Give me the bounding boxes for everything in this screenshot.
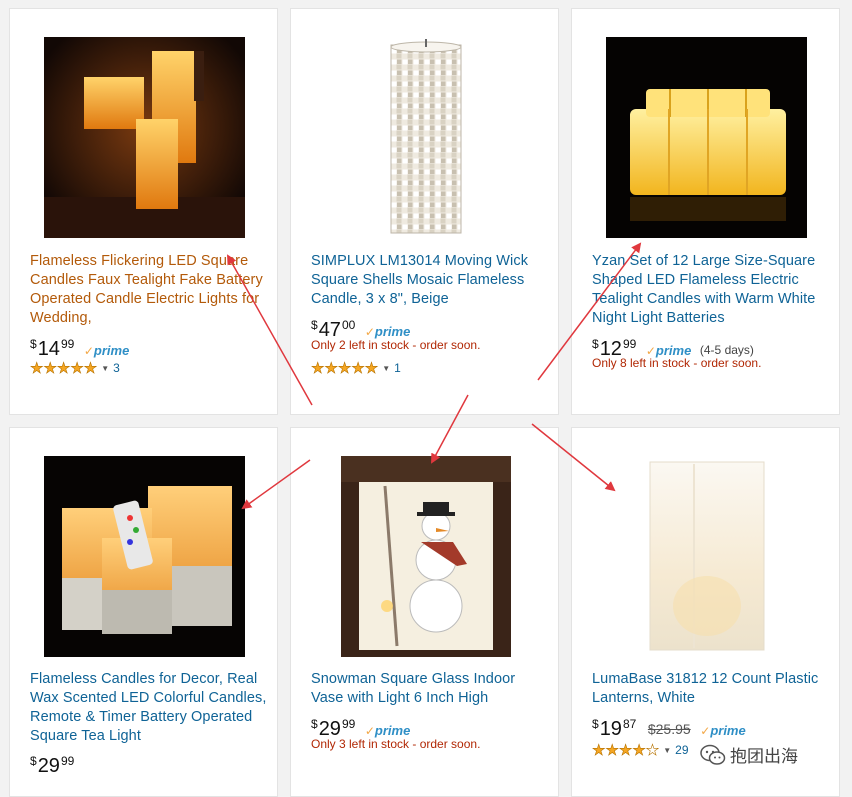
- product-title[interactable]: SIMPLUX LM13014 Moving Wick Square Shell…: [311, 252, 549, 309]
- price-currency: $: [311, 717, 318, 731]
- price-whole: 29: [37, 755, 60, 777]
- prime-badge: ✓prime: [700, 724, 745, 738]
- stars-filled: ★★★★: [592, 742, 646, 760]
- stock-notice: Only 2 left in stock - order soon.: [311, 338, 481, 352]
- product-card[interactable]: Flameless Flickering LED Square Candles …: [9, 8, 278, 415]
- rating[interactable]: ★★★★★ ▼ 29: [592, 741, 689, 760]
- check-icon: ✓: [83, 344, 94, 358]
- price-currency: $: [30, 337, 37, 351]
- product-card[interactable]: LumaBase 31812 12 Count Plastic Lanterns…: [571, 427, 840, 797]
- prime-label: prime: [374, 324, 411, 339]
- product-image[interactable]: [44, 37, 245, 238]
- product-price: $2999 ✓prime: [311, 713, 410, 740]
- product-card[interactable]: Flameless Candles for Decor, Real Wax Sc…: [9, 427, 278, 797]
- snowman-glass-vase-image: [341, 456, 511, 657]
- product-card[interactable]: SIMPLUX LM13014 Moving Wick Square Shell…: [290, 8, 559, 415]
- product-price: $4700 ✓prime: [311, 314, 410, 341]
- check-icon: ✓: [700, 724, 711, 738]
- prime-badge: ✓prime: [365, 724, 410, 738]
- stock-notice: Only 3 left in stock - order soon.: [311, 737, 481, 751]
- price-fraction: 99: [60, 754, 75, 768]
- product-card[interactable]: Snowman Square Glass Indoor Vase with Li…: [290, 427, 559, 797]
- candles-with-remote-image: [44, 456, 245, 657]
- review-count[interactable]: 29: [675, 743, 688, 757]
- check-icon: ✓: [364, 724, 375, 738]
- product-image[interactable]: [44, 456, 245, 657]
- price-whole: 14: [37, 338, 60, 360]
- product-title[interactable]: LumaBase 31812 12 Count Plastic Lanterns…: [592, 670, 824, 708]
- review-count[interactable]: 3: [113, 361, 120, 375]
- price-currency: $: [311, 318, 318, 332]
- prime-label: prime: [374, 723, 411, 738]
- product-title[interactable]: Snowman Square Glass Indoor Vase with Li…: [311, 670, 543, 708]
- price-fraction: 99: [60, 337, 75, 351]
- mosaic-pillar-candle-image: [325, 37, 526, 238]
- product-price: $2999: [30, 750, 74, 777]
- watermark: 抱团出海: [700, 744, 798, 770]
- star-rating: ★★★★★: [30, 360, 98, 378]
- star-rating: ★★★★★: [311, 360, 379, 378]
- product-price: $1987 $25.95 ✓prime: [592, 713, 746, 740]
- price-fraction: 99: [341, 717, 356, 731]
- price-fraction: 99: [622, 337, 637, 351]
- product-title[interactable]: Yzan Set of 12 Large Size-Square Shaped …: [592, 252, 832, 328]
- star-rating: ★★★★★: [592, 742, 660, 760]
- product-price: $1499 ✓prime: [30, 333, 129, 360]
- stock-notice: Only 8 left in stock - order soon.: [592, 356, 762, 370]
- prime-badge: ✓prime: [84, 344, 129, 358]
- price-currency: $: [30, 754, 37, 768]
- product-image[interactable]: [341, 456, 511, 657]
- prime-label: prime: [710, 723, 746, 738]
- product-image[interactable]: [606, 37, 807, 238]
- list-price: $25.95: [647, 721, 691, 737]
- price-currency: $: [592, 717, 599, 731]
- check-icon: ✓: [364, 325, 375, 339]
- price-fraction: 87: [622, 717, 637, 731]
- prime-badge: ✓prime: [365, 325, 410, 339]
- chevron-down-icon[interactable]: ▼: [101, 364, 109, 373]
- price-currency: $: [592, 337, 599, 351]
- rating[interactable]: ★★★★★ ▼ 1: [311, 359, 401, 378]
- rating[interactable]: ★★★★★ ▼ 3: [30, 359, 120, 378]
- tealight-grid-image: [606, 37, 807, 238]
- prime-label: prime: [93, 343, 130, 358]
- chevron-down-icon[interactable]: ▼: [382, 364, 390, 373]
- wechat-icon: [700, 744, 726, 765]
- product-image[interactable]: [632, 456, 782, 657]
- price-fraction: 00: [341, 318, 356, 332]
- product-title[interactable]: Flameless Candles for Decor, Real Wax Sc…: [30, 670, 268, 746]
- watermark-text: 抱团出海: [730, 747, 798, 766]
- product-title[interactable]: Flameless Flickering LED Square Candles …: [30, 252, 266, 328]
- stars-empty: ★: [645, 742, 660, 760]
- square-candles-glowing-image: [44, 37, 245, 238]
- product-card[interactable]: Yzan Set of 12 Large Size-Square Shaped …: [571, 8, 840, 415]
- chevron-down-icon[interactable]: ▼: [663, 746, 671, 755]
- review-count[interactable]: 1: [394, 361, 401, 375]
- product-image[interactable]: [325, 37, 526, 238]
- white-paper-lantern-image: [632, 456, 782, 657]
- delivery-estimate: (4-5 days): [699, 343, 754, 357]
- price-whole: 19: [599, 718, 622, 740]
